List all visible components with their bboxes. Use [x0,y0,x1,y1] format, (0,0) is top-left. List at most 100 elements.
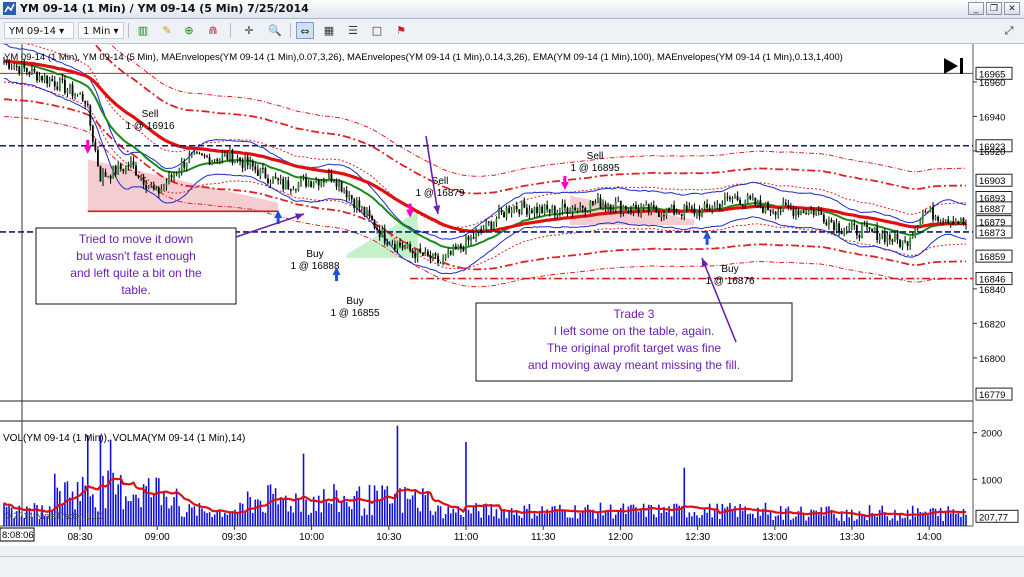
pencil-icon[interactable]: ✎ [158,22,176,39]
price-bar [160,189,163,194]
chart-trader-icon[interactable]: ⤢ [1000,22,1018,39]
price-bar [152,185,155,190]
price-bar [609,205,612,211]
price-bar [25,68,28,72]
price-bar [157,187,160,194]
price-bar [163,185,165,190]
minimize-button[interactable]: _ [968,2,984,15]
time-axis-label: 09:30 [222,532,247,543]
price-bar [556,212,559,215]
instrument-selector[interactable]: YM 09-14 ▾ [4,22,74,39]
price-bar [861,226,863,238]
price-axis-label: 16840 [979,285,1005,296]
bar-chart-icon[interactable]: ▥ [134,22,152,39]
crosshair-icon[interactable]: ✛ [240,22,258,39]
price-bar [820,210,823,215]
price-bar [74,94,76,97]
square-icon[interactable]: □ [368,22,386,39]
zoom-in-icon[interactable]: 🔍 [266,22,284,39]
price-bar [543,204,546,213]
price-bar [858,235,861,238]
price-bar [401,246,404,249]
close-button[interactable]: ✕ [1004,2,1020,15]
price-bar [244,156,247,168]
time-axis-label: 09:00 [145,532,170,543]
sell-arrow-icon [86,139,90,146]
price-bar [84,100,87,104]
price-bar [604,204,607,208]
price-bar [64,79,66,93]
price-bar [680,213,683,216]
price-bar [564,203,566,208]
price-bar [396,242,399,250]
price-bar [916,226,919,228]
price-bar [132,161,135,166]
price-bar [853,223,856,226]
price-bar [426,251,429,256]
crosshair-plus-icon[interactable]: ⊕ [180,22,198,39]
price-bar [515,206,518,210]
annotation-text: The original profit target was fine [547,341,721,355]
price-bar [267,178,269,184]
price-bar [688,207,691,210]
chart-canvas[interactable]: 1696516960169401692316920169031689316887… [0,44,1024,556]
price-bar [548,209,551,213]
copyright-text: © 2014 NinjaTrader, LLC [4,511,104,521]
price-bar [850,223,853,228]
price-bar [949,220,952,224]
price-bar [772,211,774,213]
annotation-text: Trade 3 [614,307,655,321]
price-bar [927,211,929,213]
price-bar [140,177,142,178]
price-bar [43,75,46,81]
price-bar [528,210,531,215]
price-bar [122,169,125,172]
price-bar [411,250,414,254]
price-bar [883,233,886,242]
properties-icon[interactable]: ☰ [344,22,362,39]
price-bar [690,207,693,209]
price-bar [894,233,896,242]
price-bar [165,183,168,186]
price-bar [612,209,615,211]
price-bar [459,244,462,248]
price-bar [10,67,13,69]
price-bar [211,160,214,165]
price-bar [881,233,884,237]
price-bar [180,161,183,172]
interval-selector[interactable]: 1 Min ▾ [78,22,124,39]
price-bar [190,154,193,156]
price-bar [627,209,630,211]
price-bar [155,187,158,190]
price-bar [175,174,178,176]
price-bar [510,210,513,213]
price-bar [383,228,386,243]
crosshair-time-label: 8:08:06 [2,530,34,541]
price-bar [891,239,894,242]
restore-button[interactable]: ❐ [986,2,1002,15]
price-bar [69,84,71,90]
chart-toolbar: YM 09-14 ▾ 1 Min ▾ ▥ ✎ ⊕ ⋒ ✛ 🔍 ⇔ ▦ ☰ □ ⚑… [0,19,1024,44]
price-bar [716,203,719,206]
horizontal-scrollbar[interactable] [0,546,1024,556]
price-bar [256,169,259,176]
buy-arrow-icon [705,238,709,245]
price-bar [416,248,419,259]
trade-price-label: 1 @ 16888 [290,261,340,272]
grid-icon[interactable]: ▦ [320,22,338,39]
price-bar [373,220,376,229]
price-bar [272,176,274,183]
price-bar [739,199,741,205]
zoom-out-icon[interactable]: ⇔ [296,22,314,39]
price-bar [678,213,681,215]
price-bar [18,66,21,74]
price-bar [482,229,485,231]
price-bar [432,253,434,260]
price-bar [353,199,356,208]
price-bar [76,94,79,95]
flag-icon[interactable]: ⚑ [392,22,410,39]
annotation-text: but wasn't fast enough [76,249,196,263]
magnet-icon[interactable]: ⋒ [204,22,222,39]
price-bar [99,166,102,182]
price-bar [36,71,38,81]
